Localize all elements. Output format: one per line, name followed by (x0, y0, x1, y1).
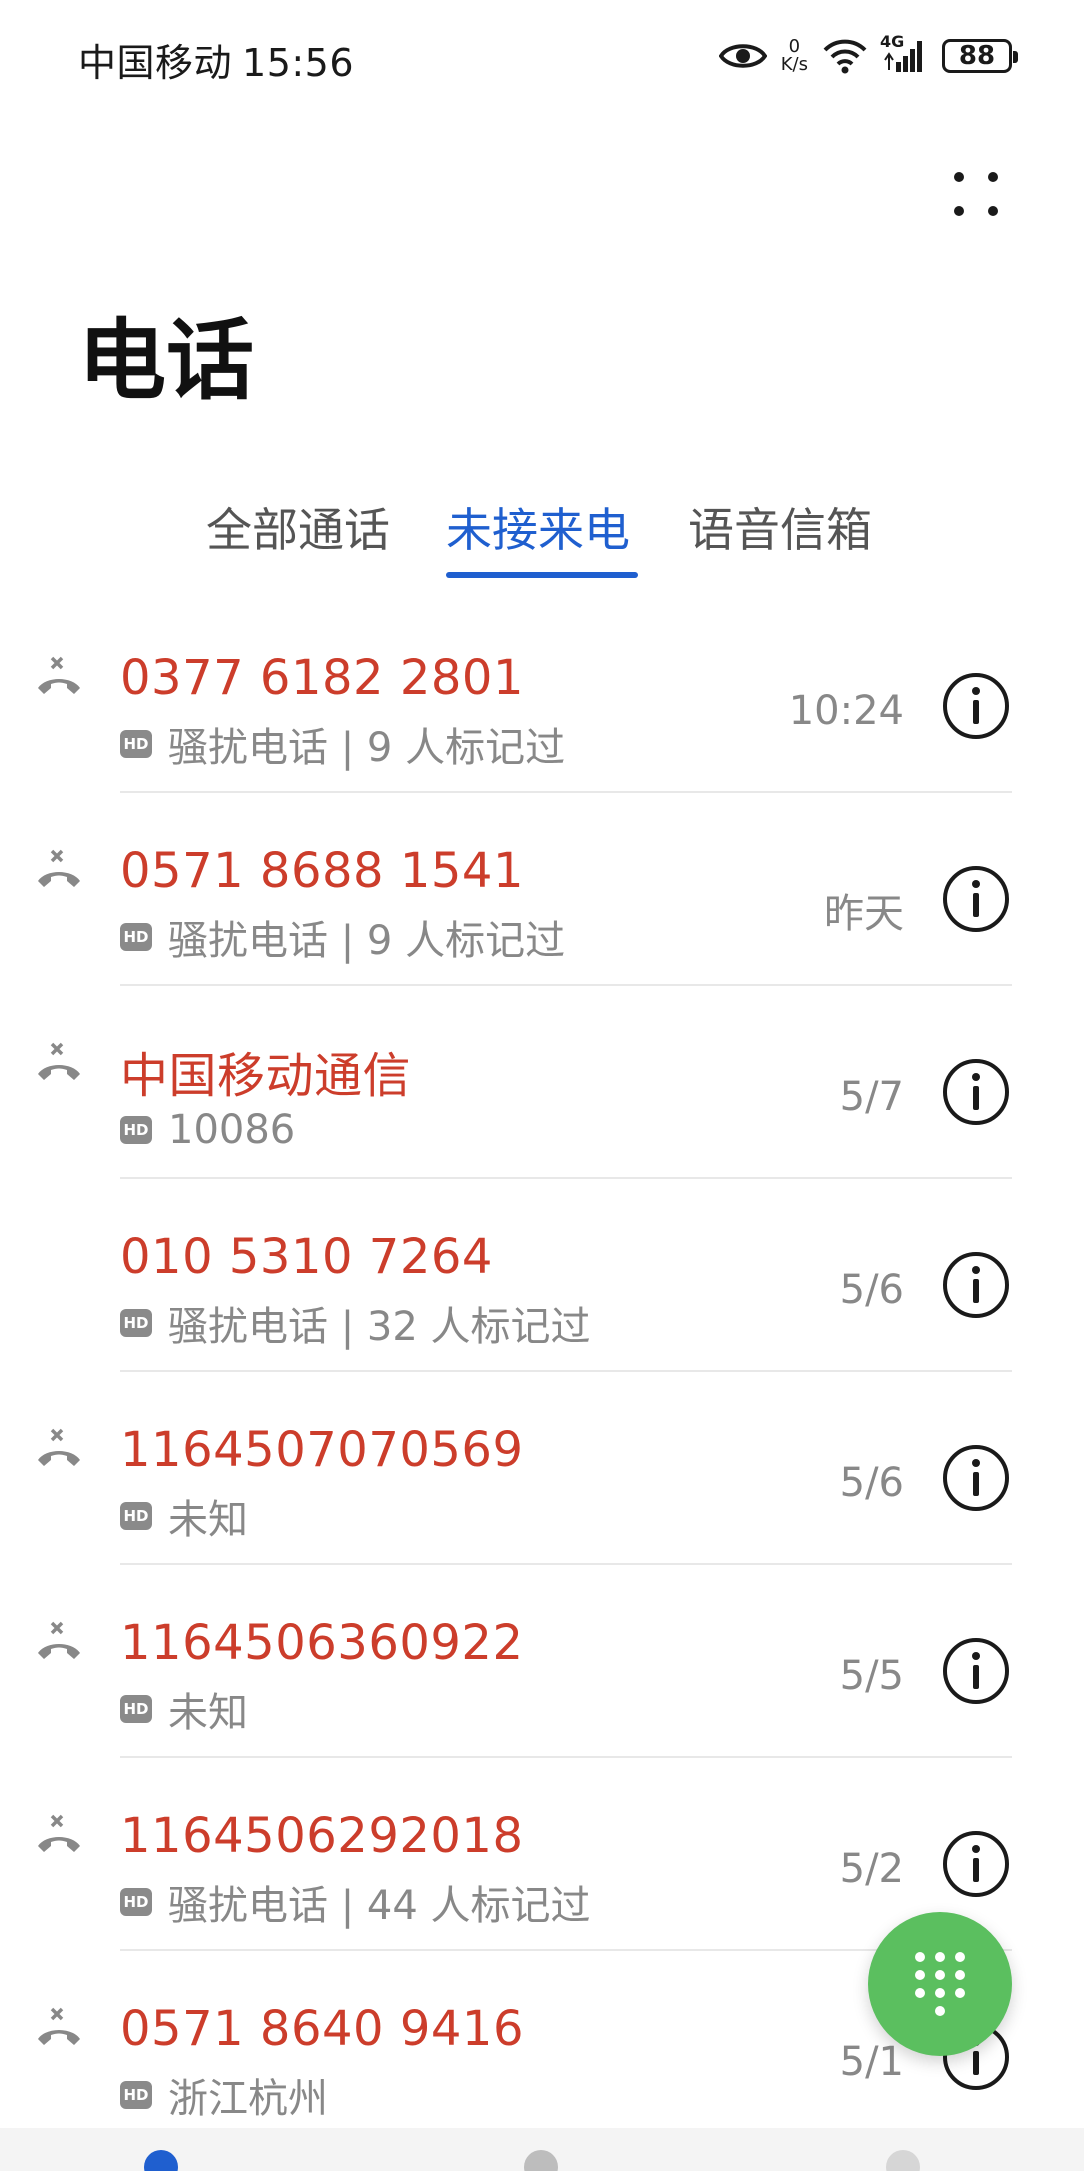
hd-badge: HD (120, 1502, 152, 1530)
info-icon[interactable] (942, 865, 1010, 933)
call-name: 0571 8688 1541 (120, 843, 524, 899)
status-icons: 0 K/s 4G 88 (718, 30, 1018, 82)
call-subtitle: HD 骚扰电话 | 44 人标记过 (120, 1880, 591, 1929)
call-description: 骚扰电话 | 32 人标记过 (168, 1304, 591, 1350)
missed-call-icon (38, 1814, 80, 1852)
network-type-label: 4G (880, 32, 905, 51)
call-subtitle: HD 未知 (120, 1494, 248, 1543)
call-description: 骚扰电话 | 9 人标记过 (168, 918, 566, 964)
tab-all-calls[interactable]: 全部通话 (206, 494, 390, 560)
missed-call-icon (38, 2007, 80, 2045)
page-title: 电话 (78, 309, 255, 412)
tab-voicemail[interactable]: 语音信箱 (688, 494, 872, 560)
call-description: 骚扰电话 | 9 人标记过 (168, 725, 566, 771)
tab-missed-calls[interactable]: 未接来电 (446, 494, 630, 560)
status-carrier-time: 中国移动 15:56 (78, 32, 354, 87)
call-name: 0377 6182 2801 (120, 650, 524, 706)
missed-call-icon (38, 1621, 80, 1659)
info-icon[interactable] (942, 672, 1010, 740)
missed-call-icon (38, 656, 80, 694)
dialpad-icon (915, 1952, 965, 2016)
call-subtitle: HD 10086 (120, 1107, 296, 1153)
call-name: 0571 8640 9416 (120, 2001, 524, 2057)
info-icon[interactable] (942, 1251, 1010, 1319)
hd-badge: HD (120, 1116, 152, 1144)
dialpad-button[interactable] (868, 1912, 1012, 2056)
nav-phone-icon[interactable] (144, 2150, 178, 2171)
net-speed: 0 K/s (781, 38, 808, 74)
call-name: 1164506292018 (120, 1808, 524, 1864)
call-description: 浙江杭州 (168, 2076, 328, 2122)
call-time: 5/2 (839, 1846, 904, 1892)
call-description: 骚扰电话 | 44 人标记过 (168, 1883, 591, 1929)
battery-level: 88 (958, 41, 996, 71)
info-icon[interactable] (942, 1444, 1010, 1512)
call-description: 10086 (168, 1107, 296, 1153)
call-time: 5/6 (839, 1460, 904, 1506)
call-row[interactable]: 0377 6182 2801 HD 骚扰电话 | 9 人标记过 10:24 (0, 600, 1084, 793)
cellular-signal: 4G (880, 32, 928, 74)
call-tabs: 全部通话 未接来电 语音信箱 (0, 494, 1084, 584)
phone-app: 中国移动 15:56 0 K/s 4G 88 电话 全部通话 未接来电 语音信箱… (0, 0, 1084, 2171)
clock: 15:56 (242, 41, 355, 85)
call-time: 5/6 (839, 1267, 904, 1313)
call-description: 未知 (168, 1690, 248, 1736)
call-row[interactable]: 010 5310 7264 HD 骚扰电话 | 32 人标记过 5/6 (0, 1179, 1084, 1372)
missed-call-icon (38, 849, 80, 887)
call-time: 昨天 (824, 891, 904, 937)
call-row[interactable]: 中国移动通信 HD 10086 5/7 (0, 986, 1084, 1179)
call-row[interactable]: 1164506360922 HD 未知 5/5 (0, 1565, 1084, 1758)
eye-icon (718, 44, 767, 68)
call-name: 中国移动通信 (120, 1048, 412, 1104)
info-icon[interactable] (942, 1637, 1010, 1705)
missed-call-icon (38, 1428, 80, 1466)
wifi-icon (823, 39, 867, 74)
info-icon[interactable] (942, 1830, 1010, 1898)
call-subtitle: HD 未知 (120, 1687, 248, 1736)
nav-favorites-icon[interactable] (886, 2150, 920, 2171)
nav-contacts-icon[interactable] (524, 2150, 558, 2171)
net-speed-unit: K/s (780, 54, 808, 75)
hd-badge: HD (120, 1695, 152, 1723)
call-name: 1164507070569 (120, 1422, 524, 1478)
carrier-label: 中国移动 (78, 41, 233, 85)
call-time: 10:24 (788, 688, 904, 734)
call-subtitle: HD 骚扰电话 | 32 人标记过 (120, 1301, 591, 1350)
info-icon[interactable] (942, 1058, 1010, 1126)
call-time: 5/5 (839, 1653, 904, 1699)
hd-badge: HD (120, 2081, 152, 2109)
call-subtitle: HD 浙江杭州 (120, 2073, 328, 2122)
hd-badge: HD (120, 923, 152, 951)
status-bar: 中国移动 15:56 0 K/s 4G 88 (0, 0, 1084, 112)
missed-call-icon (38, 1042, 80, 1080)
hd-badge: HD (120, 1309, 152, 1337)
call-description: 未知 (168, 1497, 248, 1543)
battery-indicator: 88 (942, 39, 1018, 73)
call-row[interactable]: 1164507070569 HD 未知 5/6 (0, 1372, 1084, 1565)
bottom-navigation (0, 2128, 1084, 2171)
active-tab-indicator (446, 572, 638, 578)
hd-badge: HD (120, 1888, 152, 1916)
call-subtitle: HD 骚扰电话 | 9 人标记过 (120, 915, 565, 964)
call-time: 5/1 (839, 2039, 904, 2085)
call-subtitle: HD 骚扰电话 | 9 人标记过 (120, 722, 565, 771)
more-options-button[interactable] (940, 160, 1012, 232)
hd-badge: HD (120, 730, 152, 758)
call-time: 5/7 (839, 1074, 904, 1120)
call-row[interactable]: 0571 8688 1541 HD 骚扰电话 | 9 人标记过 昨天 (0, 793, 1084, 986)
call-name: 010 5310 7264 (120, 1229, 493, 1285)
call-name: 1164506360922 (120, 1615, 524, 1671)
